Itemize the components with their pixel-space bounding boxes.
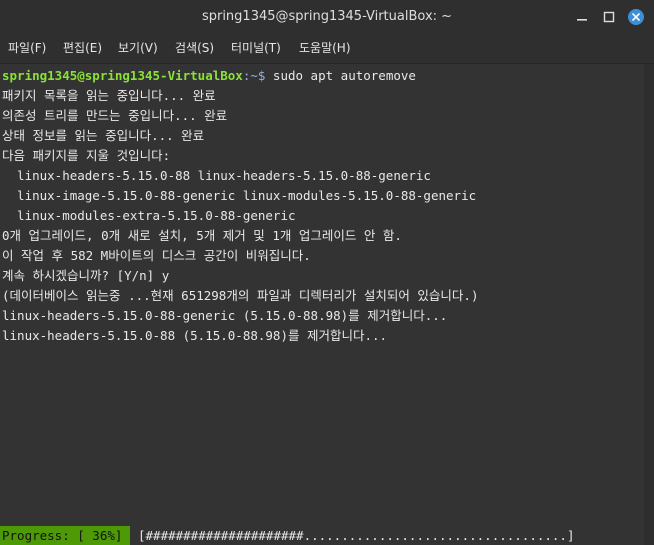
apt-progress: Progress: [ 36%] [#####################.… — [0, 526, 644, 545]
terminal-output[interactable]: spring1345@spring1345-VirtualBox:~$ sudo… — [0, 64, 644, 545]
output-line: linux-image-5.15.0-88-generic linux-modu… — [2, 188, 477, 203]
terminal-window: spring1345@spring1345-VirtualBox: ~ 파일(F… — [0, 0, 654, 545]
minimize-icon[interactable] — [574, 9, 590, 25]
menu-bar: 파일(F) 편집(E) 보기(V) 검색(S) 터미널(T) 도움말(H) — [0, 34, 654, 64]
title-bar[interactable]: spring1345@spring1345-VirtualBox: ~ — [0, 0, 654, 34]
close-icon[interactable] — [628, 9, 644, 25]
output-line: (데이터베이스 읽는중 ...현재 651298개의 파일과 디렉터리가 설치되… — [2, 288, 479, 303]
window-title: spring1345@spring1345-VirtualBox: ~ — [201, 9, 453, 24]
prompt-path: :~$ — [242, 68, 266, 83]
menu-view[interactable]: 보기(V) — [118, 34, 158, 63]
menu-terminal[interactable]: 터미널(T) — [231, 34, 281, 63]
menu-edit[interactable]: 편집(E) — [63, 34, 102, 63]
output-line: 상태 정보를 읽는 중입니다... 완료 — [2, 128, 205, 143]
menu-search[interactable]: 검색(S) — [175, 34, 214, 63]
output-line: 의존성 트리를 만드는 중입니다... 완료 — [2, 108, 228, 123]
menu-file[interactable]: 파일(F) — [8, 34, 46, 63]
command-text: sudo apt autoremove — [265, 68, 416, 83]
output-line: linux-headers-5.15.0-88 (5.15.0-88.98)를 … — [2, 328, 388, 343]
output-line: 계속 하시겠습니까? [Y/n] y — [2, 268, 170, 283]
output-line: linux-headers-5.15.0-88-generic (5.15.0-… — [2, 308, 448, 323]
command-line: spring1345@spring1345-VirtualBox:~$ sudo… — [2, 66, 416, 86]
progress-bar: [#####################..................… — [138, 528, 575, 543]
output-line: linux-headers-5.15.0-88 linux-headers-5.… — [2, 168, 431, 183]
output-line: linux-modules-extra-5.15.0-88-generic — [2, 208, 296, 223]
output-line: 이 작업 후 582 M바이트의 디스크 공간이 비워집니다. — [2, 248, 311, 263]
output-line: 0개 업그레이드, 0개 새로 설치, 5개 제거 및 1개 업그레이드 안 함… — [2, 228, 402, 243]
prompt-user: spring1345@spring1345-VirtualBox — [2, 68, 243, 83]
output-line: 패키지 목록을 읽는 중입니다... 완료 — [2, 88, 216, 103]
terminal-scrollbar[interactable] — [644, 64, 654, 545]
menu-help[interactable]: 도움말(H) — [299, 34, 351, 63]
progress-label: Progress: [ 36%] — [0, 526, 130, 545]
maximize-icon[interactable] — [601, 9, 617, 25]
output-line: 다음 패키지를 지울 것입니다: — [2, 148, 171, 163]
